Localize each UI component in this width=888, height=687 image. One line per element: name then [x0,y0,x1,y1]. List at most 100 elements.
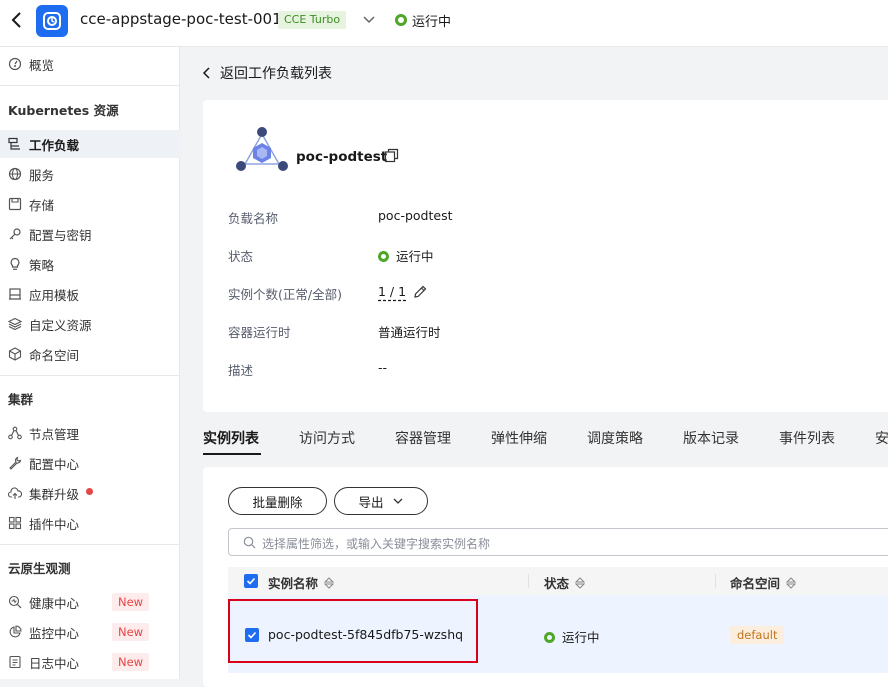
detail-label: 状态 [228,249,254,264]
checkmark-icon [246,577,256,585]
plugin-grid-icon [8,516,22,530]
detail-value-runtime: 普通运行时 [378,325,441,340]
column-header-status[interactable]: 状态 [544,573,586,592]
checkmark-icon [247,631,257,639]
sidebar-item-label: 策略 [29,257,55,273]
sidebar-item-monitoring-center[interactable]: 监控中心 New [0,618,180,646]
detail-label: 容器运行时 [228,325,291,340]
export-label: 导出 [358,494,384,510]
tab-autoscaling[interactable]: 弹性伸缩 [491,428,547,448]
chevron-down-icon [393,498,402,504]
sidebar-item-service[interactable]: 服务 [0,160,180,188]
search-icon [243,536,256,549]
divider [0,375,180,376]
sidebar-item-label: 插件中心 [29,516,80,532]
cluster-type-tag: CCE Turbo [278,11,347,29]
pie-chart-icon [9,625,22,638]
sidebar-item-label: 监控中心 [29,625,80,641]
sidebar-item-label: 存储 [29,197,55,213]
active-tab-indicator [203,453,261,455]
sidebar-item-plugins[interactable]: 插件中心 [0,509,180,537]
column-label: 命名空间 [730,576,781,591]
sidebar-item-namespace[interactable]: 命名空间 [0,340,180,368]
sidebar-item-storage[interactable]: 存储 [0,190,180,218]
key-icon [9,228,21,240]
bulb-icon [10,257,20,270]
edit-pencil-icon[interactable] [413,284,428,299]
sidebar-item-label: 自定义资源 [29,317,92,333]
globe-icon [8,167,22,181]
storage-icon [8,197,22,211]
export-dropdown-button[interactable]: 导出 [334,487,428,515]
tab-instance-list[interactable]: 实例列表 [203,428,259,448]
copy-icon[interactable] [384,148,399,163]
workload-deployment-icon [236,127,288,171]
sidebar-group-k8s: Kubernetes 资源 [8,103,119,118]
sidebar-item-label: 配置与密钥 [29,227,92,243]
row-checkbox[interactable] [245,628,259,642]
sort-icon [575,576,586,589]
back-link-label: 返回工作负载列表 [220,66,332,82]
instance-list-card: 批量删除 导出 选择属性筛选，或输入关键字搜索实例名称 实例名称 状态 命名空间 [203,467,888,687]
instance-count-value[interactable]: 1 / 1 [378,284,406,299]
sidebar-item-workload[interactable]: 工作负载 [0,130,180,158]
cluster-switch-chevron-icon[interactable] [362,13,376,27]
sidebar-item-label: 服务 [29,167,55,183]
sidebar-item-custom-resource[interactable]: 自定义资源 [0,310,180,338]
notification-dot [86,488,93,495]
cluster-status: 运行中 [412,15,452,30]
status-text: 运行中 [396,249,434,264]
select-all-checkbox[interactable] [244,574,258,588]
column-header-instance-name[interactable]: 实例名称 [268,573,335,592]
sidebar-item-config-center[interactable]: 配置中心 [0,449,180,477]
table-header: 实例名称 状态 命名空间 [228,567,888,595]
sort-icon [786,576,797,589]
sidebar-item-policy[interactable]: 策略 [0,250,180,278]
tab-security[interactable]: 安 [875,428,888,448]
tab-container-management[interactable]: 容器管理 [395,428,451,448]
column-header-namespace[interactable]: 命名空间 [730,573,797,592]
tab-access-mode[interactable]: 访问方式 [299,428,355,448]
sort-icon [324,576,335,589]
sidebar-item-label: 集群升级 [29,486,80,502]
sidebar-item-log-center[interactable]: 日志中心 New [0,648,180,676]
detail-label: 负载名称 [228,211,279,226]
tab-scheduling-policy[interactable]: 调度策略 [587,428,643,448]
sidebar-group-cluster: 集群 [8,392,34,407]
instance-search-input[interactable]: 选择属性筛选，或输入关键字搜索实例名称 [228,528,888,556]
sidebar-item-app-template[interactable]: 应用模板 [0,280,180,308]
sidebar-item-config-secret[interactable]: 配置与密钥 [0,220,180,248]
batch-delete-label: 批量删除 [252,494,303,510]
running-status-icon [544,632,555,643]
running-status-icon [378,251,389,262]
nodes-icon [8,426,22,440]
detail-value-status: 运行中 [378,246,434,265]
workload-detail-card: poc-podtest 负载名称 poc-podtest 状态 运行中 实例个数… [203,100,888,412]
tab-event-list[interactable]: 事件列表 [779,428,835,448]
namespace-badge: default [730,626,785,644]
sidebar-item-nodes[interactable]: 节点管理 [0,419,180,447]
sidebar-item-label: 节点管理 [29,426,80,442]
new-badge: New [112,623,150,641]
status-text: 运行中 [562,630,600,645]
template-icon [9,288,21,300]
column-label: 状态 [544,576,570,591]
table-row[interactable]: poc-podtest-5f845dfb75-wzshq 运行中 default [228,595,888,673]
back-chevron-icon[interactable] [9,10,25,30]
back-chevron-icon [202,67,210,79]
pod-status: 运行中 [544,627,600,646]
column-label: 实例名称 [268,576,319,591]
sidebar-item-health-center[interactable]: 健康中心 New [0,588,180,616]
pod-name[interactable]: poc-podtest-5f845dfb75-wzshq [268,627,463,642]
batch-delete-button[interactable]: 批量删除 [228,487,327,515]
sidebar-item-label: 应用模板 [29,287,80,303]
new-badge: New [112,593,150,611]
workload-name-title: poc-podtest [296,149,388,165]
tab-version-history[interactable]: 版本记录 [683,428,739,448]
sidebar-item-label: 工作负载 [29,137,80,153]
sidebar-item-overview[interactable]: 概览 [0,50,180,78]
detail-label: 实例个数(正常/全部) [228,287,342,302]
layers-icon [8,317,22,331]
sidebar-item-cluster-upgrade[interactable]: 集群升级 [0,479,180,507]
back-to-workload-list-link[interactable]: 返回工作负载列表 [202,63,332,83]
